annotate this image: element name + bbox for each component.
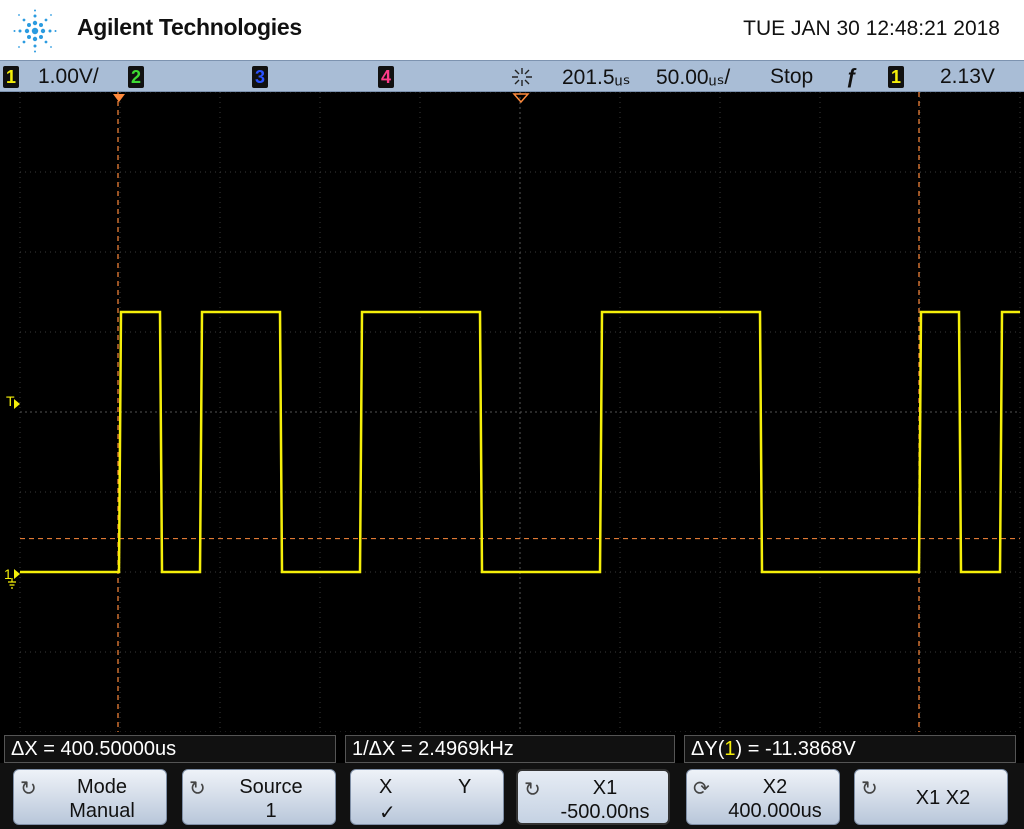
x-y-softkey[interactable]: X Y ✓ (350, 769, 504, 825)
x1-softkey[interactable]: ↻ X1 -500.00ns (516, 769, 670, 825)
rotate-knob-icon: ↻ (524, 779, 541, 801)
y-option: Y (458, 776, 472, 798)
x2-label: X2 (762, 776, 788, 798)
rotate-knob-icon: ↻ (20, 778, 37, 800)
inverse-delta-x-readout: 1/ΔX = 2.4969kHz (345, 735, 675, 763)
trigger-slope-icon: ƒ (846, 65, 858, 88)
x1-x2-label: X1 X2 (915, 787, 971, 809)
channel-1-scale: 1.00V/ (38, 65, 99, 88)
ground-marker: 1 (4, 566, 12, 582)
source-value: 1 (265, 800, 277, 822)
x1-x2-softkey[interactable]: ↻ X1 X2 (854, 769, 1008, 825)
timebase-scale: 50.00ᵤₛ/ (656, 66, 731, 89)
x-selected-check-icon: ✓ (379, 802, 396, 824)
channel-4-indicator[interactable]: 4 (378, 66, 394, 88)
channel-3-indicator[interactable]: 3 (252, 66, 268, 88)
trigger-position-icon (512, 68, 532, 86)
trigger-level: 2.13V (940, 65, 995, 88)
source-softkey[interactable]: ↻ Source 1 (182, 769, 336, 825)
x1-label: X1 (592, 777, 618, 799)
trigger-level-marker: T (6, 393, 15, 409)
ground-arrow (14, 569, 20, 579)
x2-softkey[interactable]: ⟳ X2 400.000us (686, 769, 840, 825)
rotate-knob-icon: ↻ (189, 778, 206, 800)
date-time: TUE JAN 30 12:48:21 2018 (743, 17, 1000, 40)
active-knob-icon: ⟳ (693, 778, 710, 800)
header-bar: Agilent Technologies TUE JAN 30 12:48:21… (0, 0, 1024, 60)
delta-y-readout: ΔY(1) = -11.3868V (684, 735, 1016, 763)
trigger-position: 201.5ᵤₛ (562, 66, 631, 89)
brand-name: Agilent Technologies (77, 14, 302, 40)
mode-softkey[interactable]: ↻ Mode Manual (13, 769, 167, 825)
trigger-center-marker (512, 93, 530, 104)
delta-x-readout: ΔX = 400.50000us (4, 735, 336, 763)
trigger-time-marker (113, 94, 125, 102)
delta-y-channel: 1 (724, 738, 736, 760)
waveform-plot: T 1 (4, 92, 1021, 732)
agilent-logo-icon (13, 9, 57, 53)
delta-y-prefix: ΔY( (691, 738, 725, 760)
delta-y-suffix: ) = -11.3868V (735, 738, 856, 760)
status-bar: 1 1.00V/ 2 3 4 201.5ᵤₛ 50.00ᵤₛ/ Stop ƒ 1… (0, 60, 1024, 92)
trigger-source[interactable]: 1 (888, 66, 904, 88)
rotate-knob-icon: ↻ (861, 778, 878, 800)
run-state: Stop (770, 65, 814, 88)
softkey-bar: ↻ Mode Manual ↻ Source 1 X Y ✓ ↻ X1 -500… (0, 763, 1024, 829)
source-label: Source (239, 776, 303, 798)
x1-value: -500.00ns (560, 801, 650, 823)
waveform-display[interactable]: T 1 (0, 92, 1024, 732)
mode-value: Manual (69, 800, 135, 822)
channel-1-indicator[interactable]: 1 (3, 66, 19, 88)
x2-value: 400.000us (728, 800, 822, 822)
screen-markers: T 1 (4, 93, 530, 589)
trigger-level-arrow (14, 399, 20, 409)
x-option: X (379, 776, 393, 798)
channel-2-indicator[interactable]: 2 (128, 66, 144, 88)
mode-label: Mode (76, 776, 128, 798)
graticule (19, 92, 1021, 732)
